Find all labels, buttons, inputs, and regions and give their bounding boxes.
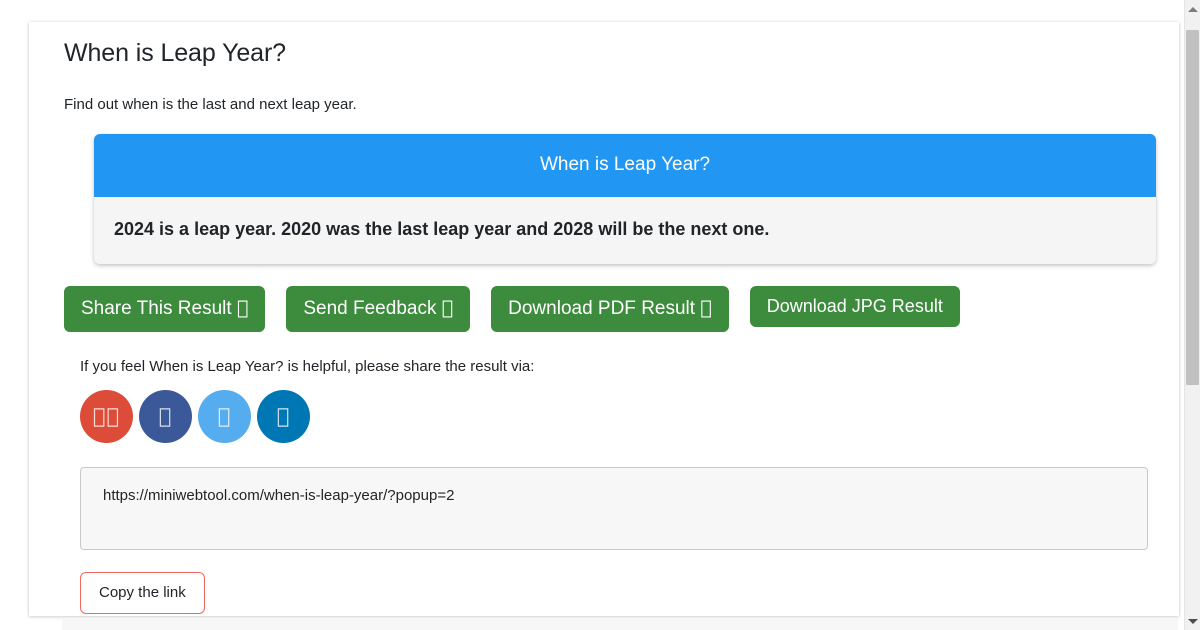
share-email-button[interactable]: 	[80, 390, 133, 443]
content-card: When is Leap Year? Find out when is the …	[29, 22, 1179, 616]
file-pdf-icon: 	[700, 299, 711, 318]
result-panel-header: When is Leap Year?	[94, 134, 1156, 197]
vertical-scrollbar[interactable]	[1184, 0, 1200, 630]
share-facebook-button[interactable]: 	[139, 390, 192, 443]
social-share-row:    	[64, 375, 1155, 443]
share-twitter-button[interactable]: 	[198, 390, 251, 443]
page-title: When is Leap Year?	[64, 39, 286, 67]
send-feedback-button[interactable]: Send Feedback 	[286, 286, 471, 332]
feedback-button-label: Send Feedback	[291, 298, 436, 319]
actions-row: Share This Result  Send Feedback  Down…	[64, 286, 1155, 332]
share-button-label: Share This Result	[81, 298, 232, 319]
download-jpg-button[interactable]: Download JPG Result	[749, 286, 960, 327]
scroll-up-arrow-icon[interactable]	[1185, 1, 1200, 17]
card-inner: When is Leap Year? Find out when is the …	[29, 22, 1179, 614]
copy-the-link-button[interactable]: Copy the link	[80, 572, 205, 614]
linkedin-icon: 	[277, 406, 291, 427]
envelope-icon: 	[93, 406, 120, 427]
share-linkedin-button[interactable]: 	[257, 390, 310, 443]
pdf-button-label: Download PDF Result	[485, 298, 695, 319]
result-panel: When is Leap Year? 2024 is a leap year. …	[94, 134, 1156, 264]
facebook-icon: 	[159, 406, 173, 427]
share-prompt: If you feel When is Leap Year? is helpfu…	[80, 358, 535, 375]
download-pdf-button[interactable]: Download PDF Result 	[491, 286, 729, 332]
share-link-icon: 	[237, 299, 248, 318]
scroll-down-arrow-icon[interactable]	[1185, 613, 1200, 629]
page-subtitle: Find out when is the last and next leap …	[64, 96, 357, 113]
twitter-icon: 	[218, 406, 232, 427]
next-section-strip	[62, 618, 1178, 630]
share-link-textarea[interactable]	[80, 467, 1148, 550]
browser-viewport: When is Leap Year? Find out when is the …	[0, 0, 1200, 630]
scrollbar-thumb[interactable]	[1186, 30, 1199, 385]
share-this-result-button[interactable]: Share This Result 	[64, 286, 266, 332]
envelope-icon: 	[442, 299, 453, 318]
result-panel-body: 2024 is a leap year. 2020 was the last l…	[94, 197, 1156, 264]
